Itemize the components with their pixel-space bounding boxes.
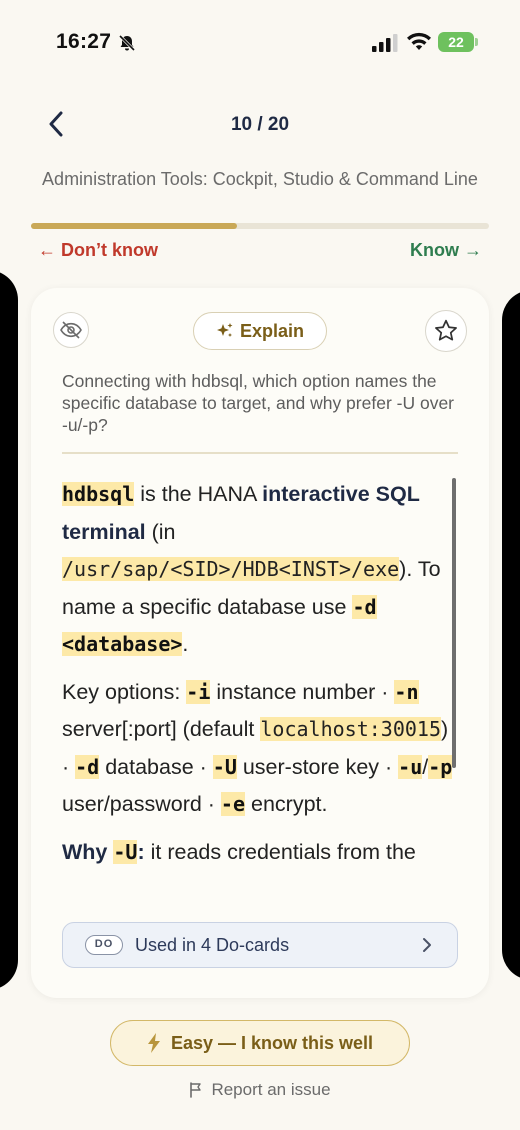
question-text: Connecting with hdbsql, which option nam…: [62, 371, 455, 435]
answer-text: (in: [145, 519, 176, 544]
hide-answer-button[interactable]: [53, 312, 89, 348]
bell-slash-icon: [118, 34, 136, 52]
star-icon: [435, 319, 457, 341]
code-option: -e: [220, 792, 246, 816]
right-edge-shadow: [502, 290, 520, 980]
bold-term: Why: [62, 839, 114, 864]
card-counter: 10 / 20: [230, 114, 290, 135]
know-label[interactable]: Know →: [410, 240, 482, 261]
code-option: -U: [212, 754, 237, 779]
report-issue-link[interactable]: Report an issue: [0, 1080, 520, 1100]
lightning-bolt-icon: [147, 1033, 160, 1053]
flashcard: Explain Connecting with hdbsql, which op…: [31, 288, 489, 998]
status-bar: 16:27 22: [0, 28, 520, 58]
progress-fill: [31, 223, 238, 229]
answer-text: .: [182, 632, 189, 656]
answer-text: user-store key ·: [236, 754, 399, 779]
battery-tip: [475, 38, 478, 46]
answer-paragraph: Key options: -i instance number · -n ser…: [62, 674, 454, 824]
bold-term: :: [137, 839, 145, 864]
answer-body[interactable]: hdbsql is the HANA interactive SQL termi…: [62, 476, 454, 912]
question-divider: [62, 452, 458, 454]
favorite-button[interactable]: [425, 310, 467, 352]
answer-paragraph: Why -U: it reads credentials from the: [62, 834, 454, 872]
answer-scrollbar[interactable]: [452, 478, 456, 768]
code-option: -d: [75, 754, 100, 779]
battery-indicator: 22: [438, 32, 474, 52]
used-in-label: Used in 4 Do-cards: [135, 934, 290, 955]
code-option: -i: [186, 679, 211, 704]
easy-button[interactable]: Easy — I know this well: [110, 1020, 410, 1066]
left-edge-shadow: [0, 270, 18, 990]
answer-text: is the HANA: [134, 482, 263, 506]
code-option: -U: [113, 839, 138, 864]
status-time: 16:27: [56, 30, 112, 53]
easy-label: Easy — I know this well: [170, 1032, 374, 1053]
sparkles-icon: [216, 323, 233, 337]
answer-text: instance number ·: [210, 679, 395, 704]
code-value: localhost:30015: [260, 717, 441, 741]
answer-text: database ·: [99, 754, 213, 779]
explain-label: Explain: [239, 320, 305, 341]
do-badge: DO: [85, 935, 123, 955]
app-screen: 16:27 22 10 / 20 Administration Tools: C…: [0, 0, 520, 1130]
explain-button[interactable]: Explain: [193, 312, 327, 350]
chevron-right-icon: [423, 938, 431, 952]
dont-know-label[interactable]: ← Don’t know: [38, 240, 158, 261]
code-path: /usr/sap/<SID>/HDB<INST>/exe: [62, 557, 400, 581]
code-option: -u: [398, 754, 423, 779]
answer-text: Key options:: [62, 679, 187, 704]
report-label: Report an issue: [211, 1080, 331, 1099]
deck-title: Administration Tools: Cockpit, Studio & …: [42, 169, 478, 189]
cell-signal-icon: [372, 34, 398, 52]
code-term: hdbsql: [62, 482, 135, 506]
answer-text: server[:port] (default: [62, 717, 261, 741]
flag-icon: [190, 1082, 202, 1098]
answer-text: it reads credentials from the: [144, 839, 416, 864]
answer-text: encrypt.: [245, 792, 328, 816]
eye-slash-icon: [60, 321, 82, 339]
used-in-do-cards-button[interactable]: DO Used in 4 Do-cards: [62, 922, 458, 968]
code-option: -p: [428, 754, 453, 779]
answer-text: user/password ·: [62, 792, 221, 816]
answer-paragraph: hdbsql is the HANA interactive SQL termi…: [62, 476, 454, 664]
code-option: -n: [394, 679, 419, 704]
wifi-icon: [407, 32, 431, 50]
progress-bar: [31, 223, 489, 229]
